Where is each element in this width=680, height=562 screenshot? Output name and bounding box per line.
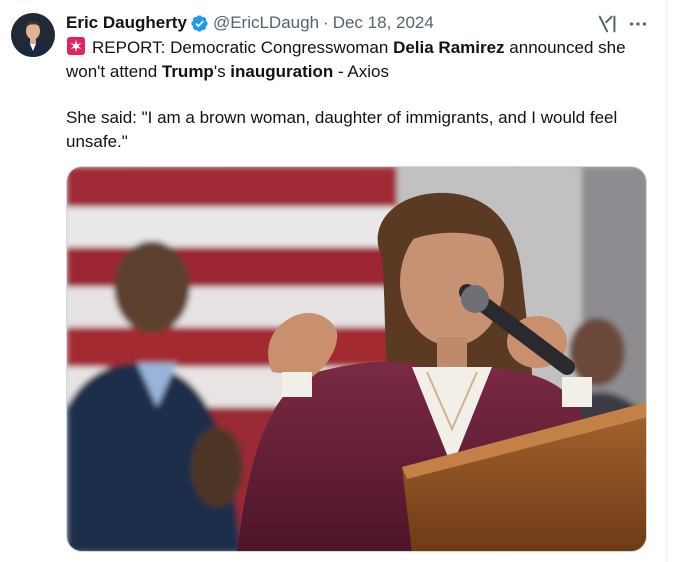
column-divider — [666, 0, 667, 562]
tweet[interactable]: Eric Daugherty @EricLDaugh · Dec 18, 202… — [0, 0, 666, 562]
rotating-light-icon — [67, 37, 85, 55]
tweet-text-segment: - Axios — [333, 62, 389, 81]
tweet-text: REPORT: Democratic Congresswoman Delia R… — [66, 36, 646, 154]
author-handle[interactable]: @EricLDaugh — [213, 12, 319, 34]
tweet-paragraph-1: REPORT: Democratic Congresswoman Delia R… — [66, 36, 646, 84]
tweet-header: Eric Daugherty @EricLDaugh · Dec 18, 202… — [66, 12, 434, 34]
tweet-text-bold-trump: Trump — [161, 62, 214, 81]
tweet-photo[interactable] — [66, 166, 647, 552]
tweet-text-segment: REPORT: Democratic Congresswoman — [92, 38, 394, 57]
verified-badge-icon — [191, 14, 208, 32]
grok-icon[interactable] — [597, 13, 619, 35]
tweet-paragraph-2: She said: "I am a brown woman, daughter … — [66, 108, 618, 151]
author-display-name[interactable]: Eric Daugherty — [66, 12, 187, 34]
separator-dot: · — [323, 13, 329, 32]
tweet-text-bold-inauguration: inauguration — [230, 62, 334, 81]
tweet-text-bold-name: Delia Ramirez — [393, 38, 505, 57]
tweet-date[interactable]: Dec 18, 2024 — [333, 12, 434, 34]
more-icon[interactable] — [627, 13, 649, 35]
avatar[interactable] — [11, 13, 55, 57]
tweet-text-segment: 's — [213, 62, 231, 81]
